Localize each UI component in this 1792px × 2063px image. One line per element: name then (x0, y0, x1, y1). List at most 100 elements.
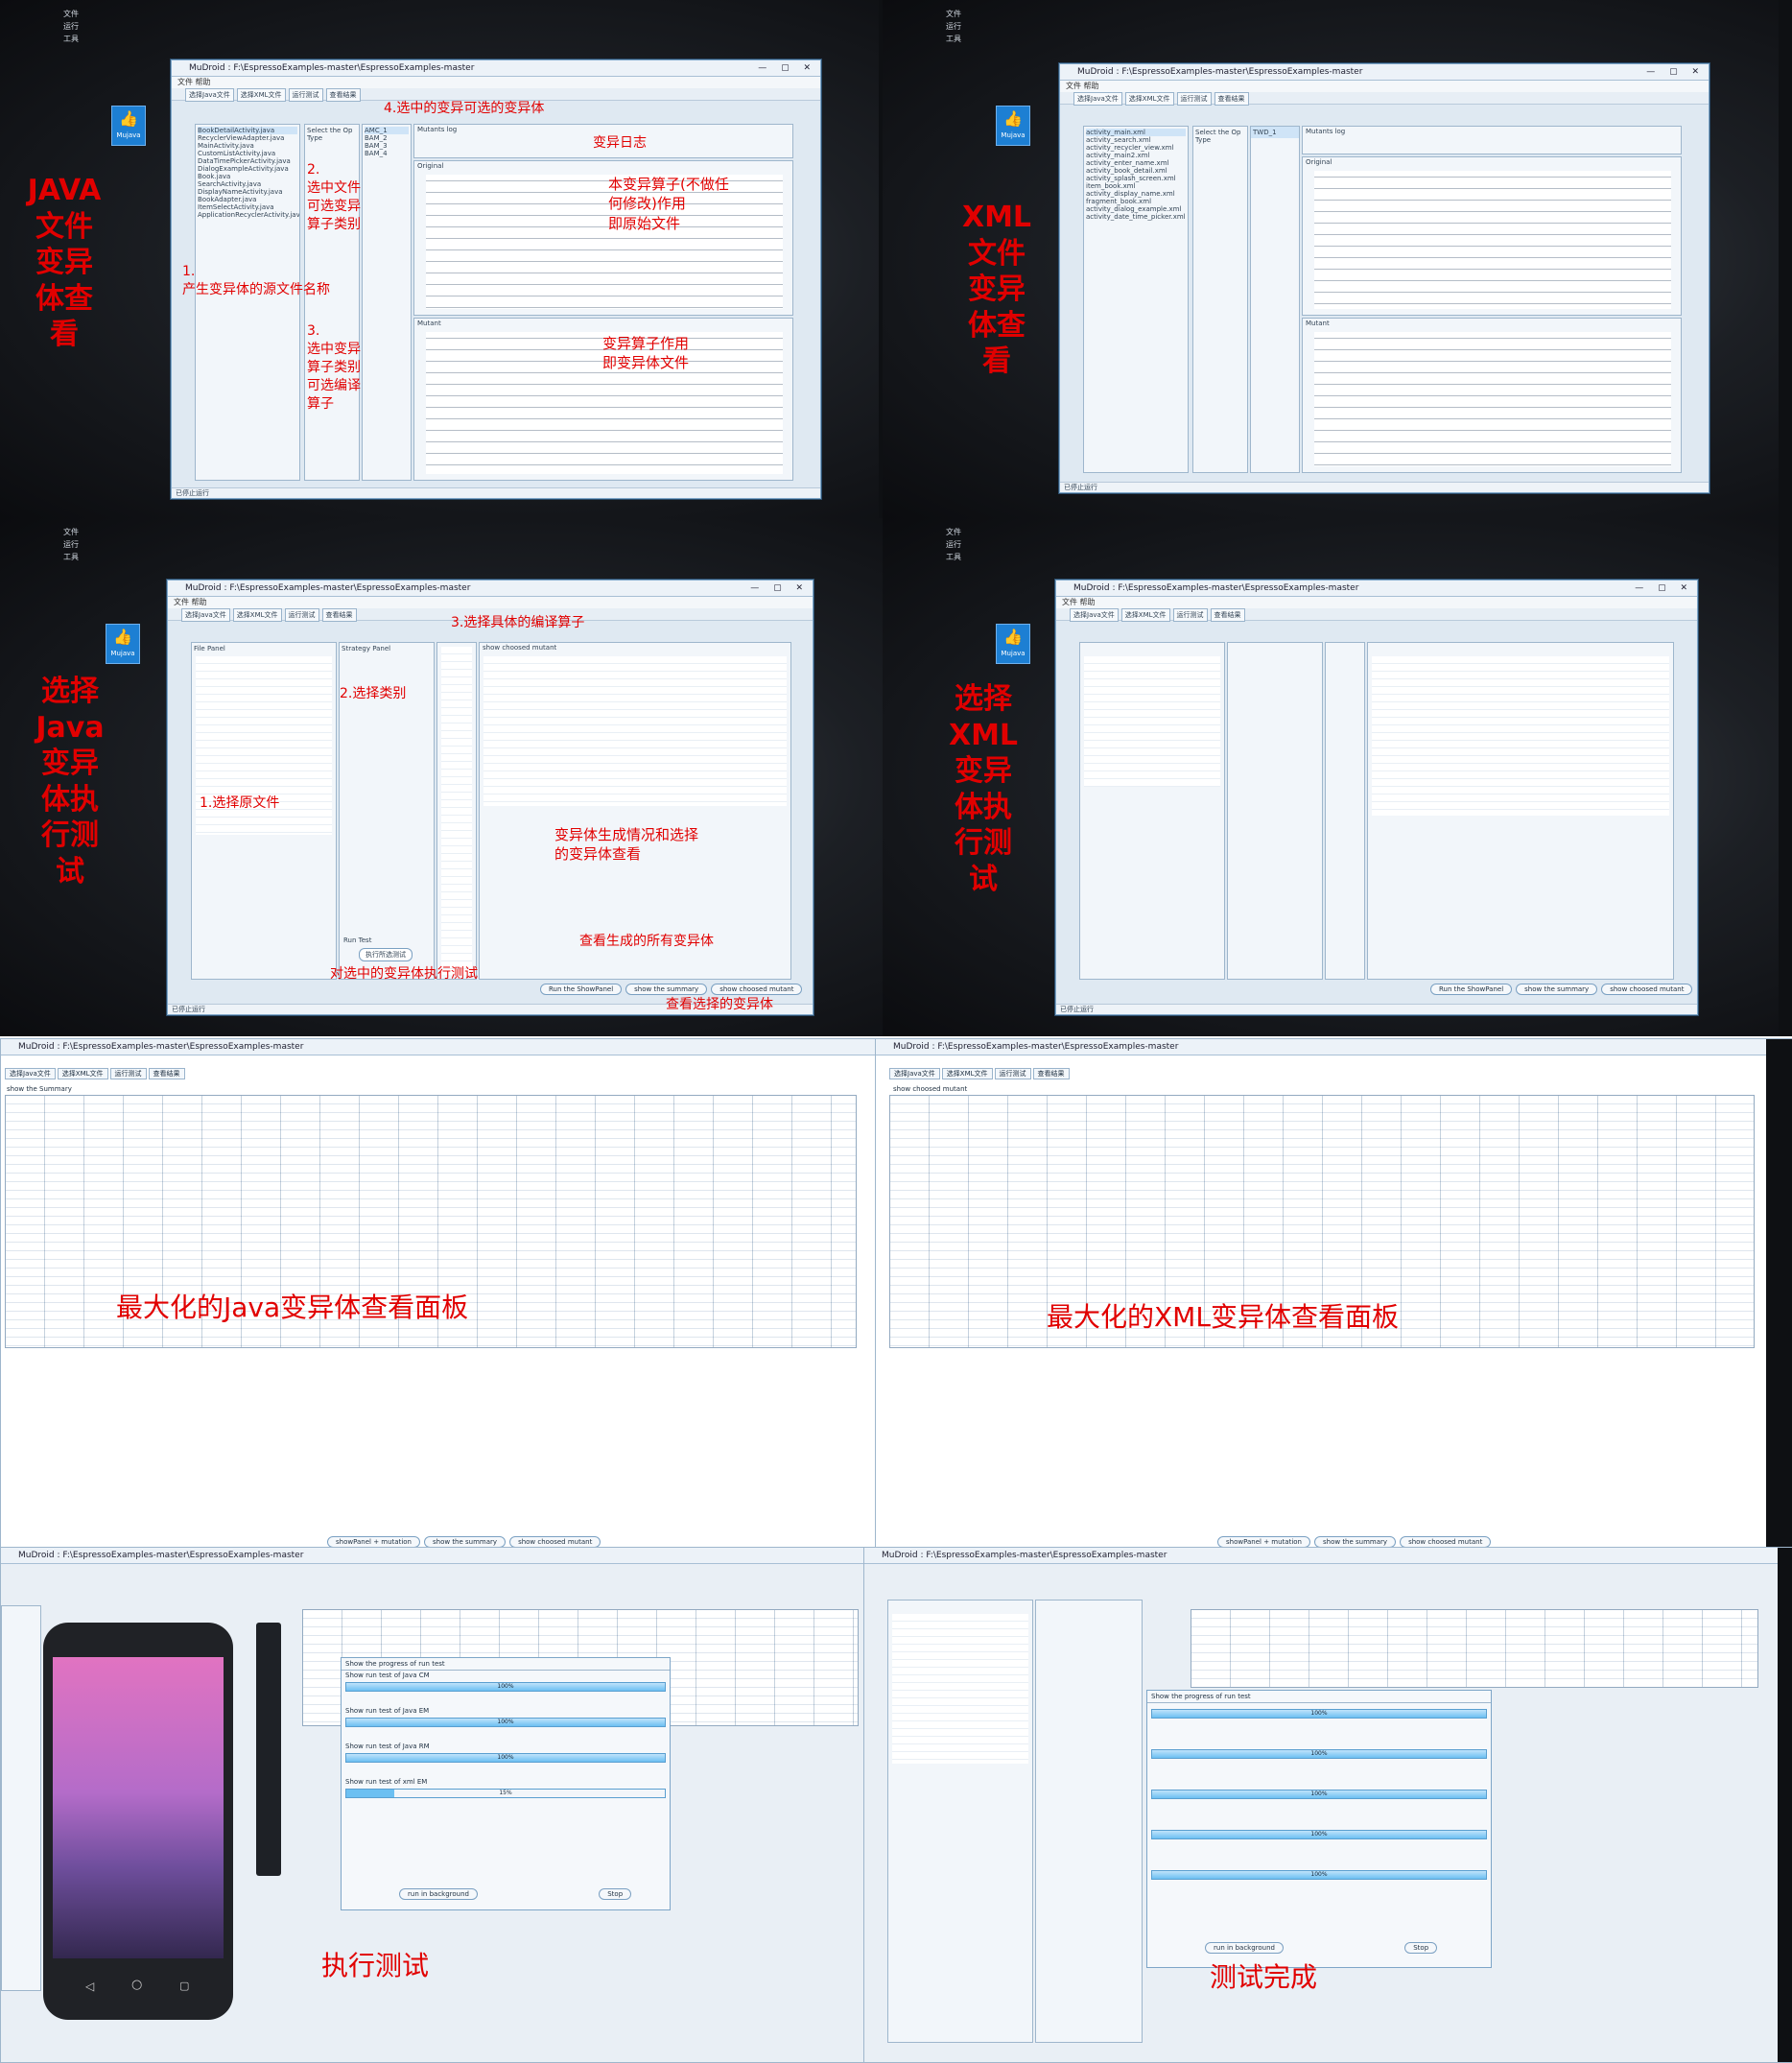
window-controls[interactable]: — ▢ ✕ (1646, 64, 1705, 80)
tab-select-java[interactable]: 选择Java文件 (5, 1068, 56, 1079)
file-item[interactable]: fragment_book.xml (1086, 198, 1186, 205)
tab-run-test[interactable]: 运行测试 (109, 1068, 147, 1079)
window-controls[interactable]: — ▢ ✕ (750, 581, 809, 596)
show-summary-button[interactable]: show the summary (625, 984, 708, 995)
thumb-icon: 👍 (1003, 628, 1023, 646)
file-item[interactable]: ApplicationRecyclerActivity.java (198, 211, 299, 219)
tool-run-test[interactable]: 运行测试 (284, 608, 319, 622)
window-title: MuDroid : F:\EspressoExamples-master\Esp… (876, 1039, 1792, 1055)
tab-run-test[interactable]: 运行测试 (994, 1068, 1031, 1079)
window-controls[interactable]: — ▢ ✕ (758, 60, 816, 76)
annotation-3: 3. 选中变异 算子类别 可选编译 算子 (307, 323, 361, 412)
file-item[interactable]: activity_splash_screen.xml (1086, 175, 1186, 182)
nav-back-icon[interactable]: ◁ (85, 1980, 94, 1993)
desktop-menu-item[interactable]: 文件 (63, 8, 79, 20)
show-summary-button[interactable]: show the summary (1516, 984, 1598, 995)
emulator-toolbar[interactable] (256, 1623, 281, 1876)
tool-view-results[interactable]: 查看结果 (325, 88, 361, 102)
tool-select-xml[interactable]: 选择XML文件 (1124, 92, 1174, 106)
tool-select-java[interactable]: 选择Java文件 (181, 608, 230, 622)
desktop-menu-item[interactable]: 运行 (946, 20, 961, 33)
desktop-menu-item[interactable]: 文件 (63, 526, 79, 538)
tab-select-xml[interactable]: 选择XML文件 (941, 1068, 993, 1079)
desktop-menu-item[interactable]: 文件 (946, 526, 961, 538)
tool-select-xml[interactable]: 选择XML文件 (1120, 608, 1170, 622)
mujava-app-icon[interactable]: 👍 Mujava (106, 624, 140, 664)
file-item[interactable]: DisplayNameActivity.java (198, 188, 297, 196)
tool-view-results[interactable]: 查看结果 (321, 608, 357, 622)
desktop-menu-item[interactable]: 工具 (946, 33, 961, 45)
nav-recent-icon[interactable]: ▢ (179, 1980, 189, 1992)
tool-select-xml[interactable]: 选择XML文件 (236, 88, 286, 102)
tab-select-java[interactable]: 选择Java文件 (889, 1068, 940, 1079)
menu-bar[interactable]: 文件 帮助 (168, 597, 813, 608)
desktop-menu-item[interactable]: 文件 (946, 8, 961, 20)
tab-view-results[interactable]: 查看结果 (148, 1068, 185, 1079)
tool-run-test[interactable]: 运行测试 (1172, 608, 1208, 622)
tool-select-java[interactable]: 选择Java文件 (1070, 608, 1119, 622)
file-item[interactable]: activity_book_detail.xml (1086, 167, 1186, 175)
mujava-app-icon[interactable]: 👍 Mujava (111, 106, 146, 146)
window-controls[interactable]: — ▢ ✕ (1635, 581, 1693, 596)
tab-select-xml[interactable]: 选择XML文件 (57, 1068, 108, 1079)
file-item[interactable]: MainActivity.java (198, 142, 297, 150)
mujava-app-icon[interactable]: 👍 Mujava (996, 624, 1030, 664)
mutant-item[interactable]: BAM_3 (365, 142, 409, 150)
file-item[interactable]: BookDetailActivity.java (198, 127, 297, 134)
file-item[interactable]: DialogExampleActivity.java (198, 165, 297, 173)
mujava-app-icon[interactable]: 👍 Mujava (996, 106, 1030, 146)
file-item[interactable]: Book.java (198, 173, 297, 180)
mutant-item[interactable]: AMC_1 (365, 127, 409, 134)
file-item[interactable]: activity_display_name.xml (1086, 190, 1186, 198)
file-item[interactable]: activity_date_time_picker.xml (1086, 213, 1186, 221)
file-item[interactable]: RecyclerViewAdapter.java (198, 134, 297, 142)
tool-select-xml[interactable]: 选择XML文件 (232, 608, 282, 622)
run-selected-test-button[interactable]: 执行所选测试 (359, 948, 413, 961)
run-in-background-button[interactable]: run in background (1205, 1942, 1284, 1954)
menu-bar[interactable]: 文件 帮助 (172, 77, 820, 88)
run-in-background-button[interactable]: run in background (399, 1888, 478, 1900)
show-choosed-mutant-button[interactable]: show choosed mutant (711, 984, 803, 995)
tool-view-results[interactable]: 查看结果 (1214, 92, 1249, 106)
run-showpanel-button[interactable]: Run the ShowPanel (540, 984, 623, 995)
file-item[interactable]: activity_search.xml (1086, 136, 1186, 144)
tool-run-test[interactable]: 运行测试 (1176, 92, 1212, 106)
mutant-item[interactable]: BAM_4 (365, 150, 409, 157)
file-item[interactable]: item_book.xml (1086, 182, 1186, 190)
desktop-menu-item[interactable]: 工具 (946, 551, 961, 563)
desktop-menu-item[interactable]: 运行 (946, 538, 961, 551)
desktop-menu-item[interactable]: 运行 (63, 538, 79, 551)
taskbar-strip (1779, 0, 1792, 518)
desktop-menu-item[interactable]: 运行 (63, 20, 79, 33)
panel-xml-summary-max: MuDroid : F:\EspressoExamples-master\Esp… (875, 1038, 1792, 1549)
tool-run-test[interactable]: 运行测试 (288, 88, 323, 102)
stop-button[interactable]: Stop (1404, 1942, 1438, 1954)
file-item[interactable]: DataTimePickerActivity.java (198, 157, 297, 165)
tool-select-java[interactable]: 选择Java文件 (185, 88, 234, 102)
file-item[interactable]: activity_main.xml (1086, 129, 1186, 136)
file-item[interactable]: BookAdapter.java (198, 196, 297, 203)
run-showpanel-button[interactable]: Run the ShowPanel (1430, 984, 1513, 995)
tab-view-results[interactable]: 查看结果 (1032, 1068, 1070, 1079)
file-item[interactable]: activity_recycler_view.xml (1086, 144, 1186, 152)
tool-select-java[interactable]: 选择Java文件 (1073, 92, 1122, 106)
desktop-menu-item[interactable]: 工具 (63, 551, 79, 563)
tab-row: 选择Java文件 选择XML文件 运行测试 查看结果 (889, 1068, 1072, 1079)
nav-home-icon[interactable]: ○ (131, 1978, 142, 1992)
show-choosed-mutant-button[interactable]: show choosed mutant (1601, 984, 1693, 995)
menu-bar[interactable]: 文件 帮助 (1060, 81, 1709, 92)
desktop-menu-item[interactable]: 工具 (63, 33, 79, 45)
summary-rows (1372, 656, 1669, 816)
file-item[interactable]: activity_main2.xml (1086, 152, 1186, 159)
android-emulator[interactable]: ◁ ○ ▢ (43, 1623, 233, 2020)
menu-bar[interactable]: 文件 帮助 (1056, 597, 1697, 608)
file-item[interactable]: CustomListActivity.java (198, 150, 297, 157)
mutant-item[interactable]: BAM_2 (365, 134, 409, 142)
file-item[interactable]: SearchActivity.java (198, 180, 297, 188)
file-item[interactable]: ItemSelectActivity.java (198, 203, 297, 211)
tool-view-results[interactable]: 查看结果 (1210, 608, 1245, 622)
file-item[interactable]: activity_dialog_example.xml (1086, 205, 1186, 213)
file-item[interactable]: activity_enter_name.xml (1086, 159, 1186, 167)
stop-button[interactable]: Stop (599, 1888, 632, 1900)
mutant-item[interactable]: TWD_1 (1251, 127, 1299, 138)
